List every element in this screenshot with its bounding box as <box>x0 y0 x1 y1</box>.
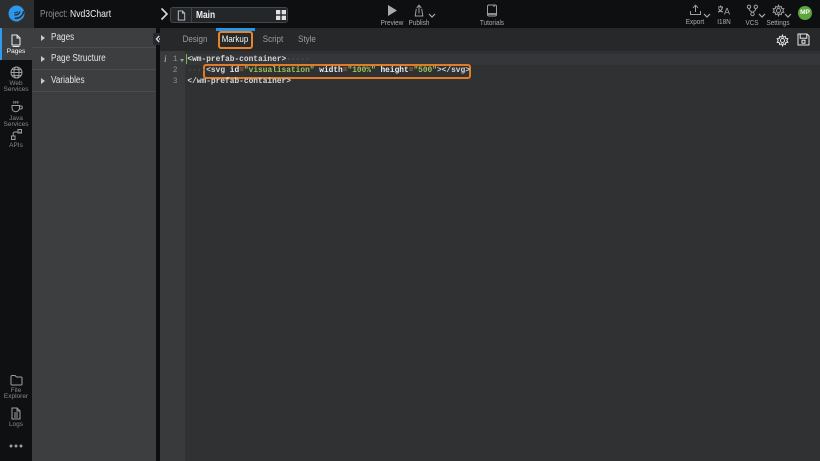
svg-text:A: A <box>724 7 730 17</box>
